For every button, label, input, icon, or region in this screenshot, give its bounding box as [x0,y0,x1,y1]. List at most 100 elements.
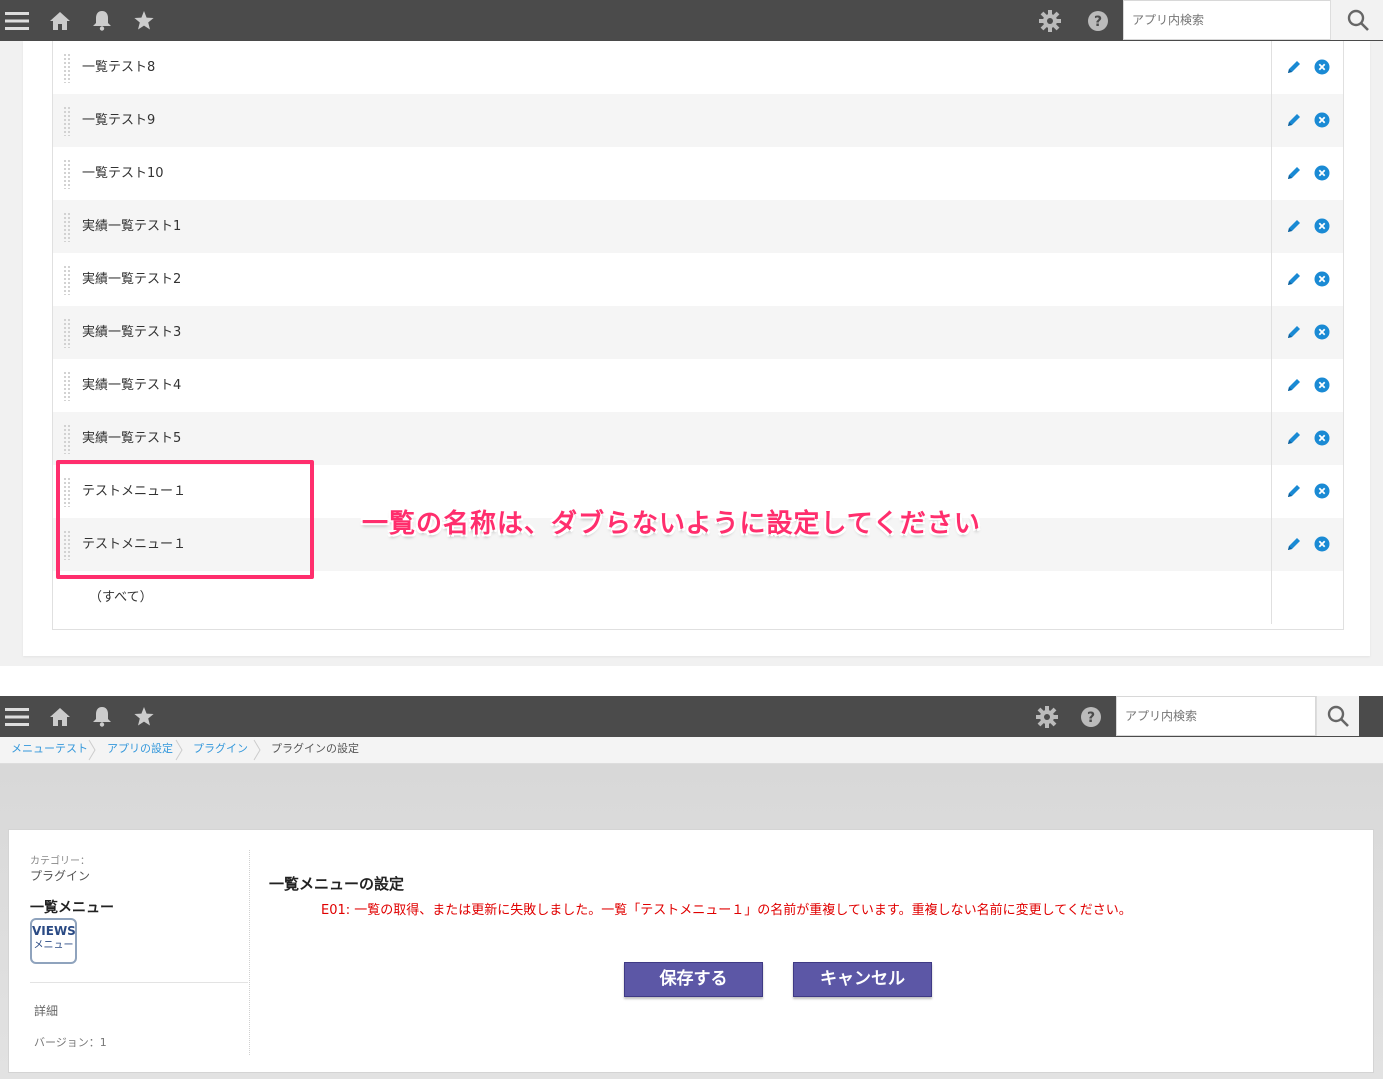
plugin-settings-card: カテゴリー： プラグイン 一覧メニュー VIEWS メニュー 詳細 バージョン：… [8,829,1374,1073]
breadcrumb-item-app-settings[interactable]: アプリの設定 [107,737,173,761]
drag-handle-icon[interactable] [63,212,71,242]
plugin-logo-subtext: メニュー [33,940,74,951]
delete-icon[interactable] [1314,112,1330,128]
plugin-logo-icon: VIEWS メニュー [30,918,77,964]
svg-text:?: ? [1094,14,1102,30]
search-input[interactable] [1124,1,1330,39]
menu-icon[interactable] [4,0,30,41]
category-value: プラグイン [30,869,91,883]
home-icon[interactable] [46,0,74,41]
gear-icon[interactable] [1033,696,1061,737]
view-name: 実績一覧テスト2 [82,272,182,287]
edit-icon[interactable] [1286,536,1302,552]
view-name: 実績一覧テスト1 [82,219,182,234]
app-search-field[interactable] [1123,0,1331,40]
delete-icon[interactable] [1314,218,1330,234]
list-row: 一覧テスト10 [53,147,1343,200]
row-actions [1271,306,1344,359]
chevron-right-icon [175,739,183,761]
star-icon[interactable] [130,0,158,41]
annotation-text: 一覧の名称は、ダブらないように設定してください [362,509,981,539]
list-row: 実績一覧テスト3 [53,306,1343,359]
home-icon[interactable] [46,696,74,737]
edit-icon[interactable] [1286,483,1302,499]
edit-icon[interactable] [1286,59,1302,75]
search-icon [1347,9,1369,31]
edit-icon[interactable] [1286,430,1302,446]
row-actions [1271,200,1344,253]
view-name: 一覧テスト9 [82,113,156,128]
edit-icon[interactable] [1286,165,1302,181]
delete-icon[interactable] [1314,430,1330,446]
detail-link[interactable]: 詳細 [34,1002,58,1019]
app-search-field[interactable] [1116,696,1316,736]
row-actions [1271,518,1344,571]
breadcrumb-item-app[interactable]: メニューテスト [11,737,88,761]
list-row: 一覧テスト8 [53,41,1343,94]
delete-icon[interactable] [1314,483,1330,499]
list-row: 一覧テスト9 [53,94,1343,147]
row-actions [1271,359,1344,412]
delete-icon[interactable] [1314,536,1330,552]
view-name: 実績一覧テスト4 [82,378,182,393]
delete-icon[interactable] [1314,271,1330,287]
chevron-right-icon [253,739,261,761]
row-actions [1271,41,1344,94]
drag-handle-icon[interactable] [63,424,71,454]
row-actions [1271,253,1344,306]
breadcrumb-item-plugin[interactable]: プラグイン [193,737,248,761]
drag-handle-icon[interactable] [63,318,71,348]
star-icon[interactable] [130,696,158,737]
row-actions [1271,571,1344,624]
delete-icon[interactable] [1314,377,1330,393]
delete-icon[interactable] [1314,59,1330,75]
bottom-header: ? [0,696,1383,737]
list-row: 実績一覧テスト5 [53,412,1343,465]
drag-handle-icon[interactable] [63,159,71,189]
edit-icon[interactable] [1286,218,1302,234]
drag-handle-icon[interactable] [63,265,71,295]
plugin-name: 一覧メニュー [30,900,114,916]
plugin-logo-text: VIEWS [32,924,76,938]
list-row: 実績一覧テスト1 [53,200,1343,253]
settings-title: 一覧メニューの設定 [269,875,405,893]
gear-icon[interactable] [1036,0,1064,41]
category-label: カテゴリー： [30,856,90,867]
duplicate-highlight-box [56,460,314,579]
search-input[interactable] [1117,697,1315,735]
row-actions [1271,465,1344,518]
help-icon[interactable]: ? [1084,0,1112,41]
list-row: 実績一覧テスト2 [53,253,1343,306]
row-actions [1271,94,1344,147]
menu-icon[interactable] [4,696,30,737]
delete-icon[interactable] [1314,165,1330,181]
delete-icon[interactable] [1314,324,1330,340]
search-icon [1327,705,1349,727]
help-icon[interactable]: ? [1077,696,1105,737]
view-name: 実績一覧テスト3 [82,325,182,340]
section-gap [0,666,1383,696]
plugin-sidebar: カテゴリー： プラグイン 一覧メニュー VIEWS メニュー 詳細 バージョン：… [9,830,249,1074]
row-actions [1271,412,1344,465]
version-text: バージョン：1 [34,1036,107,1049]
edit-icon[interactable] [1286,112,1302,128]
cancel-button[interactable]: キャンセル [793,962,932,997]
drag-handle-icon[interactable] [63,106,71,136]
list-row: 実績一覧テスト4 [53,359,1343,412]
edit-icon[interactable] [1286,324,1302,340]
row-actions [1271,147,1344,200]
breadcrumb: メニューテスト アプリの設定 プラグイン プラグインの設定 [0,737,1383,764]
save-button[interactable]: 保存する [624,962,763,997]
drag-handle-icon[interactable] [63,53,71,83]
view-name: 実績一覧テスト5 [82,431,182,446]
sidebar-separator [249,850,251,1055]
error-message: E01: 一覧の取得、または更新に失敗しました。一覧「テストメニュー１」の名前が… [321,903,1132,918]
search-button[interactable] [1316,696,1359,736]
edit-icon[interactable] [1286,377,1302,393]
search-button[interactable] [1330,0,1383,40]
edit-icon[interactable] [1286,271,1302,287]
chevron-right-icon [88,739,96,761]
bell-icon[interactable] [88,696,116,737]
drag-handle-icon[interactable] [63,371,71,401]
bell-icon[interactable] [88,0,116,41]
